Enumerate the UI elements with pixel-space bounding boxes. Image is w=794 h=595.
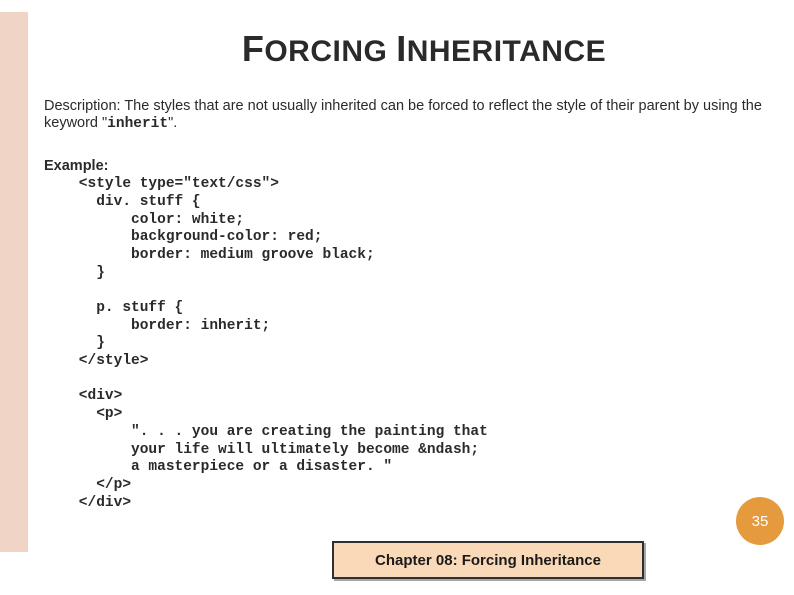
- page-number: 35: [752, 513, 769, 530]
- accent-bar: [0, 12, 28, 552]
- slide-content: FORCING INHERITANCE Description: The sty…: [44, 0, 764, 595]
- description-suffix: ".: [168, 115, 177, 131]
- chapter-label: Chapter 08: Forcing Inheritance: [332, 541, 644, 579]
- example-label: Example:: [44, 158, 108, 174]
- description-keyword: inherit: [107, 116, 168, 132]
- example-code: <style type="text/css"> div. stuff { col…: [44, 176, 764, 512]
- chapter-text: Chapter 08: Forcing Inheritance: [375, 552, 601, 569]
- example-block: Example: <style type="text/css"> div. st…: [44, 157, 764, 512]
- page-number-badge: 35: [736, 497, 784, 545]
- description-text: Description: The styles that are not usu…: [44, 98, 764, 133]
- slide-title: FORCING INHERITANCE: [84, 28, 764, 70]
